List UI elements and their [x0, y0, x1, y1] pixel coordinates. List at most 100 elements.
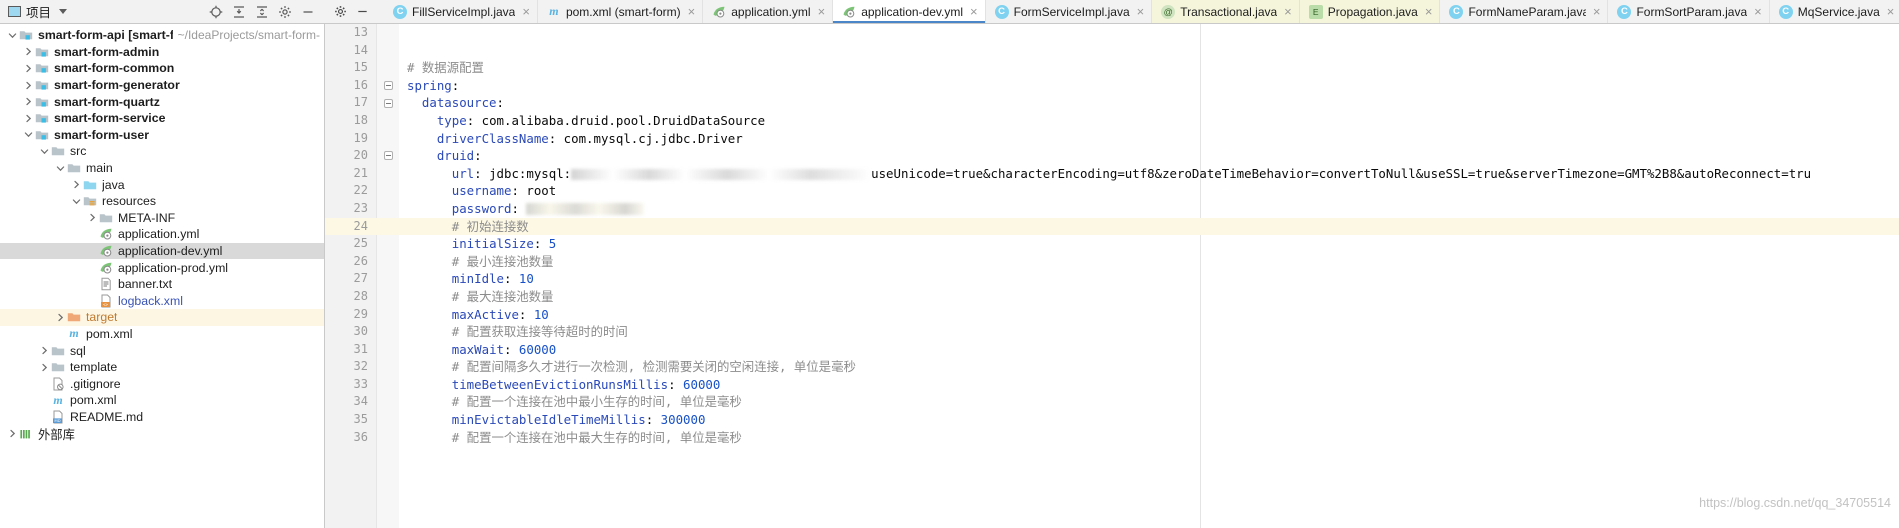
editor-tab-application-yml[interactable]: application.yml × — [703, 0, 834, 23]
tree-item-src[interactable]: src — [0, 143, 324, 160]
editor-tab-formnameparam-java[interactable]: C FormNameParam.java × — [1440, 0, 1609, 23]
fold-minus-icon[interactable] — [383, 98, 393, 108]
fold-minus-icon[interactable] — [383, 151, 393, 161]
tree-item-smart-form-admin[interactable]: smart-form-admin — [0, 44, 324, 61]
code-line[interactable]: 23 password: — [325, 200, 1899, 218]
chevron-right-icon[interactable] — [86, 213, 98, 222]
code-line[interactable]: 13 — [325, 24, 1899, 42]
code-line[interactable]: 33 timeBetweenEvictionRunsMillis: 60000 — [325, 376, 1899, 394]
code-line[interactable]: 25 initialSize: 5 — [325, 235, 1899, 253]
code-line[interactable]: 34 # 配置一个连接在池中最小生存的时间, 单位是毫秒 — [325, 393, 1899, 411]
project-tree[interactable]: smart-form-api [smart-form] ~/IdeaProject… — [0, 24, 325, 528]
chevron-right-icon[interactable] — [38, 363, 50, 372]
chevron-right-icon[interactable] — [54, 313, 66, 322]
chevron-right-icon[interactable] — [38, 346, 50, 355]
close-icon[interactable]: × — [1425, 5, 1433, 18]
chevron-right-icon[interactable] — [22, 81, 34, 90]
code-line[interactable]: 30 # 配置获取连接等待超时的时间 — [325, 323, 1899, 341]
fold-toggle-icon[interactable] — [377, 147, 399, 165]
editor-tab-application-dev-yml[interactable]: application-dev.yml × — [833, 0, 986, 23]
fold-toggle-icon[interactable] — [377, 94, 399, 112]
code-editor[interactable]: 13 14 15 # 数据源配置 16 spring: 17 datasource: 18 t… — [325, 24, 1899, 528]
settings-gear-icon[interactable] — [278, 5, 292, 19]
chevron-right-icon[interactable] — [22, 97, 34, 106]
tree-item-resources[interactable]: resources — [0, 193, 324, 210]
editor-tab-pom-xml-smart-form[interactable]: m pom.xml (smart-form) × — [537, 0, 704, 23]
editor-settings-gear-icon[interactable] — [329, 1, 351, 23]
fold-minus-icon[interactable] — [383, 81, 393, 91]
tree-item-meta-inf[interactable]: META-INF — [0, 210, 324, 227]
project-panel-title-group[interactable]: 项目 — [4, 2, 68, 21]
editor-tab-formserviceimpl-java[interactable]: C FormServiceImpl.java × — [985, 0, 1153, 23]
chevron-right-icon[interactable] — [22, 47, 34, 56]
close-icon[interactable]: × — [1754, 5, 1762, 18]
chevron-down-icon[interactable] — [70, 197, 82, 206]
chevron-down-icon[interactable] — [22, 130, 34, 139]
code-line[interactable]: 22 username: root — [325, 182, 1899, 200]
tree-item-target[interactable]: target — [0, 309, 324, 326]
tree-item-pom-xml[interactable]: m pom.xml — [0, 326, 324, 343]
code-line[interactable]: 36 # 配置一个连接在池中最大生存的时间, 单位是毫秒 — [325, 429, 1899, 447]
tree-item-logback-xml[interactable]: <> logback.xml — [0, 293, 324, 310]
code-line[interactable]: 26 # 最小连接池数量 — [325, 253, 1899, 271]
code-line[interactable]: 17 datasource: — [325, 94, 1899, 112]
code-line[interactable]: 31 maxWait: 60000 — [325, 341, 1899, 359]
close-icon[interactable]: × — [970, 5, 978, 18]
editor-tab-formsortparam-java[interactable]: C FormSortParam.java × — [1608, 0, 1770, 23]
code-line[interactable]: 35 minEvictableIdleTimeMillis: 300000 — [325, 411, 1899, 429]
editor-tab-fillserviceimpl-java[interactable]: C FillServiceImpl.java × — [384, 0, 538, 23]
code-line[interactable]: 29 maxActive: 10 — [325, 306, 1899, 324]
chevron-right-icon[interactable] — [6, 429, 18, 438]
tree-item-readme-md[interactable]: MD README.md — [0, 409, 324, 426]
tree-item-sql[interactable]: sql — [0, 342, 324, 359]
code-line[interactable]: 20 druid: — [325, 147, 1899, 165]
tree-item-main[interactable]: main — [0, 160, 324, 177]
expand-all-icon[interactable] — [255, 5, 269, 19]
code-line[interactable]: 21 url: jdbc:mysql: useUnicode=true&chara… — [325, 165, 1899, 183]
tree-item-gitignore[interactable]: .gitignore — [0, 375, 324, 392]
code-line[interactable]: 16 spring: — [325, 77, 1899, 95]
chevron-right-icon[interactable] — [22, 114, 34, 123]
tree-item-smart-form-common[interactable]: smart-form-common — [0, 60, 324, 77]
tree-item-smart-form-quartz[interactable]: smart-form-quartz — [0, 93, 324, 110]
tree-item-application-prod-yml[interactable]: application-prod.yml — [0, 259, 324, 276]
code-line[interactable]: 32 # 配置间隔多久才进行一次检测, 检测需要关闭的空闲连接, 单位是毫秒 — [325, 358, 1899, 376]
collapse-all-icon[interactable] — [232, 5, 246, 19]
close-icon[interactable]: × — [1284, 5, 1292, 18]
tree-item-application-dev-yml[interactable]: application-dev.yml — [0, 242, 324, 260]
tree-item-smart-form-api-smart-form[interactable]: smart-form-api [smart-form] ~/IdeaProject… — [0, 27, 324, 44]
locate-icon[interactable] — [209, 5, 223, 19]
chevron-down-icon[interactable] — [6, 31, 18, 40]
code-line[interactable]: 15 # 数据源配置 — [325, 59, 1899, 77]
tree-item-application-yml[interactable]: application.yml — [0, 226, 324, 243]
tree-item-外部库[interactable]: 外部库 — [0, 425, 324, 442]
editor-tab-transactional-java[interactable]: @ Transactional.java × — [1152, 0, 1300, 23]
close-icon[interactable]: × — [1137, 5, 1145, 18]
close-icon[interactable]: × — [818, 5, 826, 18]
tree-item-banner-txt[interactable]: banner.txt — [0, 276, 324, 293]
code-line[interactable]: 27 minIdle: 10 — [325, 270, 1899, 288]
code-line[interactable]: 18 type: com.alibaba.druid.pool.DruidDat… — [325, 112, 1899, 130]
close-icon[interactable]: × — [1593, 5, 1601, 18]
chevron-down-icon[interactable] — [38, 147, 50, 156]
editor-minimize-icon[interactable] — [351, 1, 373, 23]
close-icon[interactable]: × — [688, 5, 696, 18]
tree-item-template[interactable]: template — [0, 359, 324, 376]
tree-item-smart-form-user[interactable]: smart-form-user — [0, 127, 324, 144]
editor-tab-mqservice-java[interactable]: C MqService.java × — [1769, 0, 1899, 23]
close-icon[interactable]: × — [522, 5, 530, 18]
code-line[interactable]: 28 # 最大连接池数量 — [325, 288, 1899, 306]
fold-toggle-icon[interactable] — [377, 77, 399, 95]
tree-item-smart-form-generator[interactable]: smart-form-generator — [0, 77, 324, 94]
chevron-right-icon[interactable] — [22, 64, 34, 73]
close-icon[interactable]: × — [1887, 5, 1895, 18]
code-line[interactable]: 24 # 初始连接数 — [325, 217, 1899, 236]
tree-item-smart-form-service[interactable]: smart-form-service — [0, 110, 324, 127]
code-line[interactable]: 19 driverClassName: com.mysql.cj.jdbc.Dr… — [325, 130, 1899, 148]
chevron-down-icon[interactable] — [59, 9, 68, 14]
tree-item-java[interactable]: java — [0, 176, 324, 193]
editor-tab-propagation-java[interactable]: E Propagation.java × — [1299, 0, 1441, 23]
hide-panel-icon[interactable] — [301, 5, 315, 19]
chevron-right-icon[interactable] — [70, 180, 82, 189]
chevron-down-icon[interactable] — [54, 164, 66, 173]
